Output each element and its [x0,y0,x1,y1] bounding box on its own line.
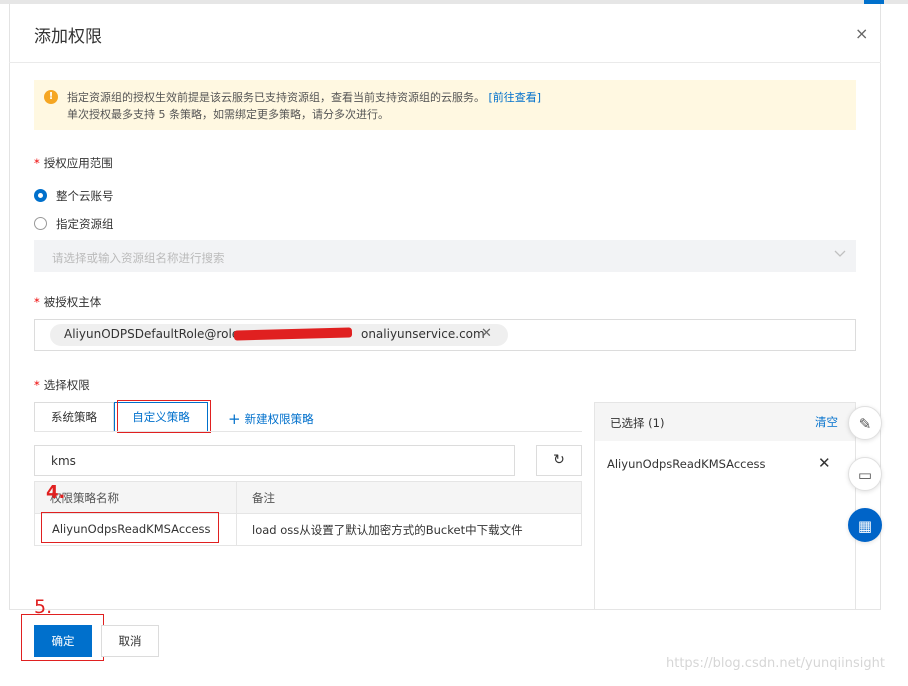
dialog-title: 添加权限 [34,27,102,47]
plus-icon: + [228,410,241,428]
warning-icon: ! [44,90,58,104]
notice-line-1: 指定资源组的授权生效前提是该云服务已支持资源组，查看当前支持资源组的云服务。 [… [67,89,541,105]
new-policy-label: 新建权限策略 [244,412,314,426]
notice-banner [34,80,856,130]
notice-line-2: 单次授权最多支持 5 条策略，如需绑定更多策略，请分多次进行。 [67,108,389,121]
table-header-note: 备注 [252,491,275,505]
notice-link[interactable]: [前往查看] [489,91,542,104]
tag-remove-icon[interactable]: ✕ [481,326,492,341]
annotation-box-custom-tab [117,400,211,433]
scope-label-text: 授权应用范围 [43,156,113,170]
annotation-step-4: 4. [46,482,66,503]
close-icon[interactable]: × [855,24,868,43]
footer-divider [9,609,881,610]
watermark: https://blog.csdn.net/yunqiinsight [666,656,885,671]
required-mark: * [34,156,40,170]
radio-resource-group-label[interactable]: 指定资源组 [56,216,114,232]
policy-search-input[interactable] [34,445,515,476]
permissions-label: * 选择权限 [34,377,90,393]
selected-title: 已选择 (1) [610,416,665,430]
remove-selected-icon[interactable]: ✕ [818,454,831,472]
selected-item: AliyunOdpsReadKMSAccess [607,457,766,471]
annotation-box-policy-row [41,512,219,543]
edit-note-icon[interactable]: ✎ [848,406,882,440]
resource-group-placeholder: 请选择或输入资源组名称进行搜索 [52,251,225,265]
table-row-policy-note[interactable]: load oss从设置了默认加密方式的Bucket中下载文件 [252,522,523,538]
chevron-down-icon [834,250,846,257]
radio-resource-group[interactable] [34,217,47,230]
principal-label-text: 被授权主体 [43,295,102,309]
permissions-label-text: 选择权限 [43,378,90,392]
radio-whole-account[interactable] [34,189,47,202]
required-mark: * [34,378,40,392]
required-mark: * [34,295,40,309]
new-policy-link[interactable]: + 新建权限策略 [228,409,314,428]
header-divider [9,62,881,63]
principal-label: * 被授权主体 [34,294,101,310]
apps-icon[interactable]: ▦ [848,508,882,542]
cancel-button[interactable]: 取消 [101,625,159,657]
clear-selected-link[interactable]: 清空 [815,414,838,430]
notice-text-1: 指定资源组的授权生效前提是该云服务已支持资源组，查看当前支持资源组的云服务。 [67,91,485,104]
principal-tag-prefix: AliyunODPSDefaultRole@role. [64,327,243,341]
tab-system-policy[interactable]: 系统策略 [34,402,114,432]
chat-icon[interactable]: ▭ [848,457,882,491]
annotation-box-confirm [21,614,104,661]
radio-whole-account-label[interactable]: 整个云账号 [56,188,114,204]
refresh-icon[interactable]: ↻ [536,445,582,476]
principal-tag-suffix: onaliyunservice.com [360,327,485,341]
scope-label: * 授权应用范围 [34,155,113,171]
table-column-divider [236,481,237,546]
tabs-divider [34,431,582,432]
